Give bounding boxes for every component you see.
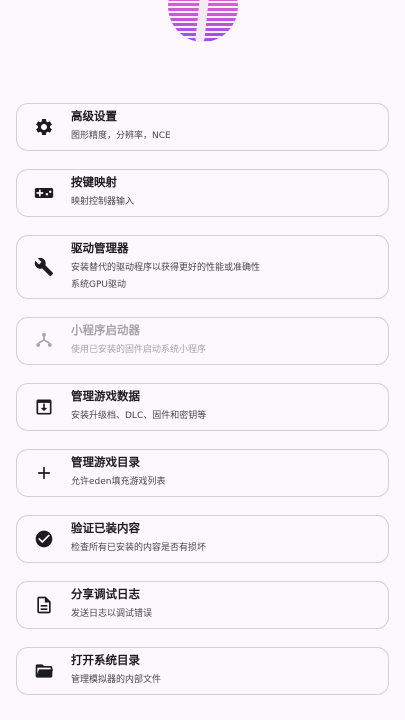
menu-item-desc: 使用已安装的固件启动系统小程序 xyxy=(71,345,207,355)
menu-item-advanced-settings[interactable]: 高级设置 图形精度，分辨率，NCE xyxy=(16,103,389,151)
menu-item-desc: 发送日志以调试错误 xyxy=(71,609,153,619)
menu-item-title: 高级设置 xyxy=(71,109,117,123)
menu-item-title: 小程序启动器 xyxy=(71,323,140,337)
menu-item-title: 验证已装内容 xyxy=(71,521,140,535)
menu-item-desc: 映射控制器输入 xyxy=(71,197,135,207)
menu-item-desc: 检查所有已安装的内容是否有损坏 xyxy=(71,543,207,553)
menu-item-applet-launcher[interactable]: 小程序启动器 使用已安装的固件启动系统小程序 xyxy=(16,317,389,365)
menu-item-open-system-dir[interactable]: 打开系统目录 管理模拟器的内部文件 xyxy=(16,647,389,695)
menu-item-title: 按键映射 xyxy=(71,175,117,189)
menu-item-share-debug-log[interactable]: 分享调试日志 发送日志以调试错误 xyxy=(16,581,389,629)
menu-item-desc: 图形精度，分辨率，NCE xyxy=(71,131,171,141)
menu-item-title: 打开系统目录 xyxy=(71,653,140,667)
menu-item-desc-secondary: 系统GPU驱动 xyxy=(71,279,126,290)
menu-item-manage-game-dirs[interactable]: 管理游戏目录 允许eden填充游戏列表 xyxy=(16,449,389,497)
settings-menu: 高级设置 图形精度，分辨率，NCE 按键映射 映射控制器输入 驱动管理器 安装替… xyxy=(16,103,389,713)
gamepad-icon xyxy=(17,183,71,203)
menu-item-driver-manager[interactable]: 驱动管理器 安装替代的驱动程序以获得更好的性能或准确性 系统GPU驱动 xyxy=(16,235,389,299)
menu-item-title: 管理游戏目录 xyxy=(71,455,140,469)
app-logo xyxy=(168,0,238,42)
menu-item-title: 驱动管理器 xyxy=(71,240,129,255)
wrench-icon xyxy=(17,257,71,277)
menu-item-verify-content[interactable]: 验证已装内容 检查所有已安装的内容是否有损坏 xyxy=(16,515,389,563)
menu-item-desc: 允许eden填充游戏列表 xyxy=(71,477,166,487)
menu-item-title: 分享调试日志 xyxy=(71,587,140,601)
menu-item-manage-game-data[interactable]: 管理游戏数据 安装升级档、DLC、固件和密钥等 xyxy=(16,383,389,431)
applet-icon xyxy=(17,331,71,351)
document-icon xyxy=(17,595,71,615)
check-circle-icon xyxy=(17,529,71,549)
menu-item-desc: 管理模拟器的内部文件 xyxy=(71,675,162,685)
menu-item-title: 管理游戏数据 xyxy=(71,389,140,403)
folder-open-icon xyxy=(17,661,71,681)
menu-item-desc: 安装替代的驱动程序以获得更好的性能或准确性 xyxy=(71,262,261,273)
gear-icon xyxy=(17,117,71,137)
menu-item-desc: 安装升级档、DLC、固件和密钥等 xyxy=(71,411,207,421)
download-box-icon xyxy=(17,397,71,417)
menu-item-key-mapping[interactable]: 按键映射 映射控制器输入 xyxy=(16,169,389,217)
plus-icon xyxy=(17,463,71,483)
